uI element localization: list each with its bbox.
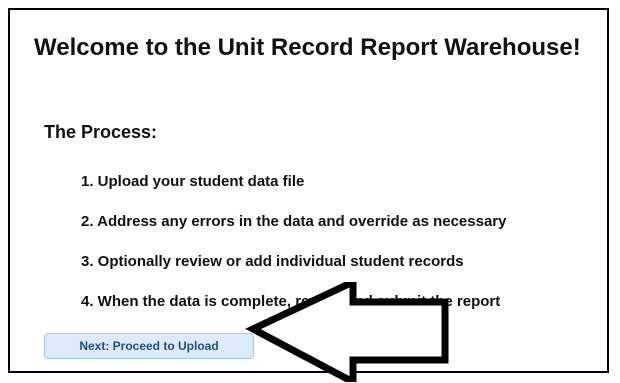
- step-upload: 1. Upload your student data file: [81, 173, 305, 190]
- left-arrow-icon: [245, 282, 449, 382]
- process-heading: The Process:: [44, 122, 158, 142]
- page-title: Welcome to the Unit Record Report Wareho…: [34, 34, 581, 61]
- proceed-to-upload-button[interactable]: Next: Proceed to Upload: [44, 333, 254, 359]
- step-address-errors: 2. Address any errors in the data and ov…: [81, 213, 507, 230]
